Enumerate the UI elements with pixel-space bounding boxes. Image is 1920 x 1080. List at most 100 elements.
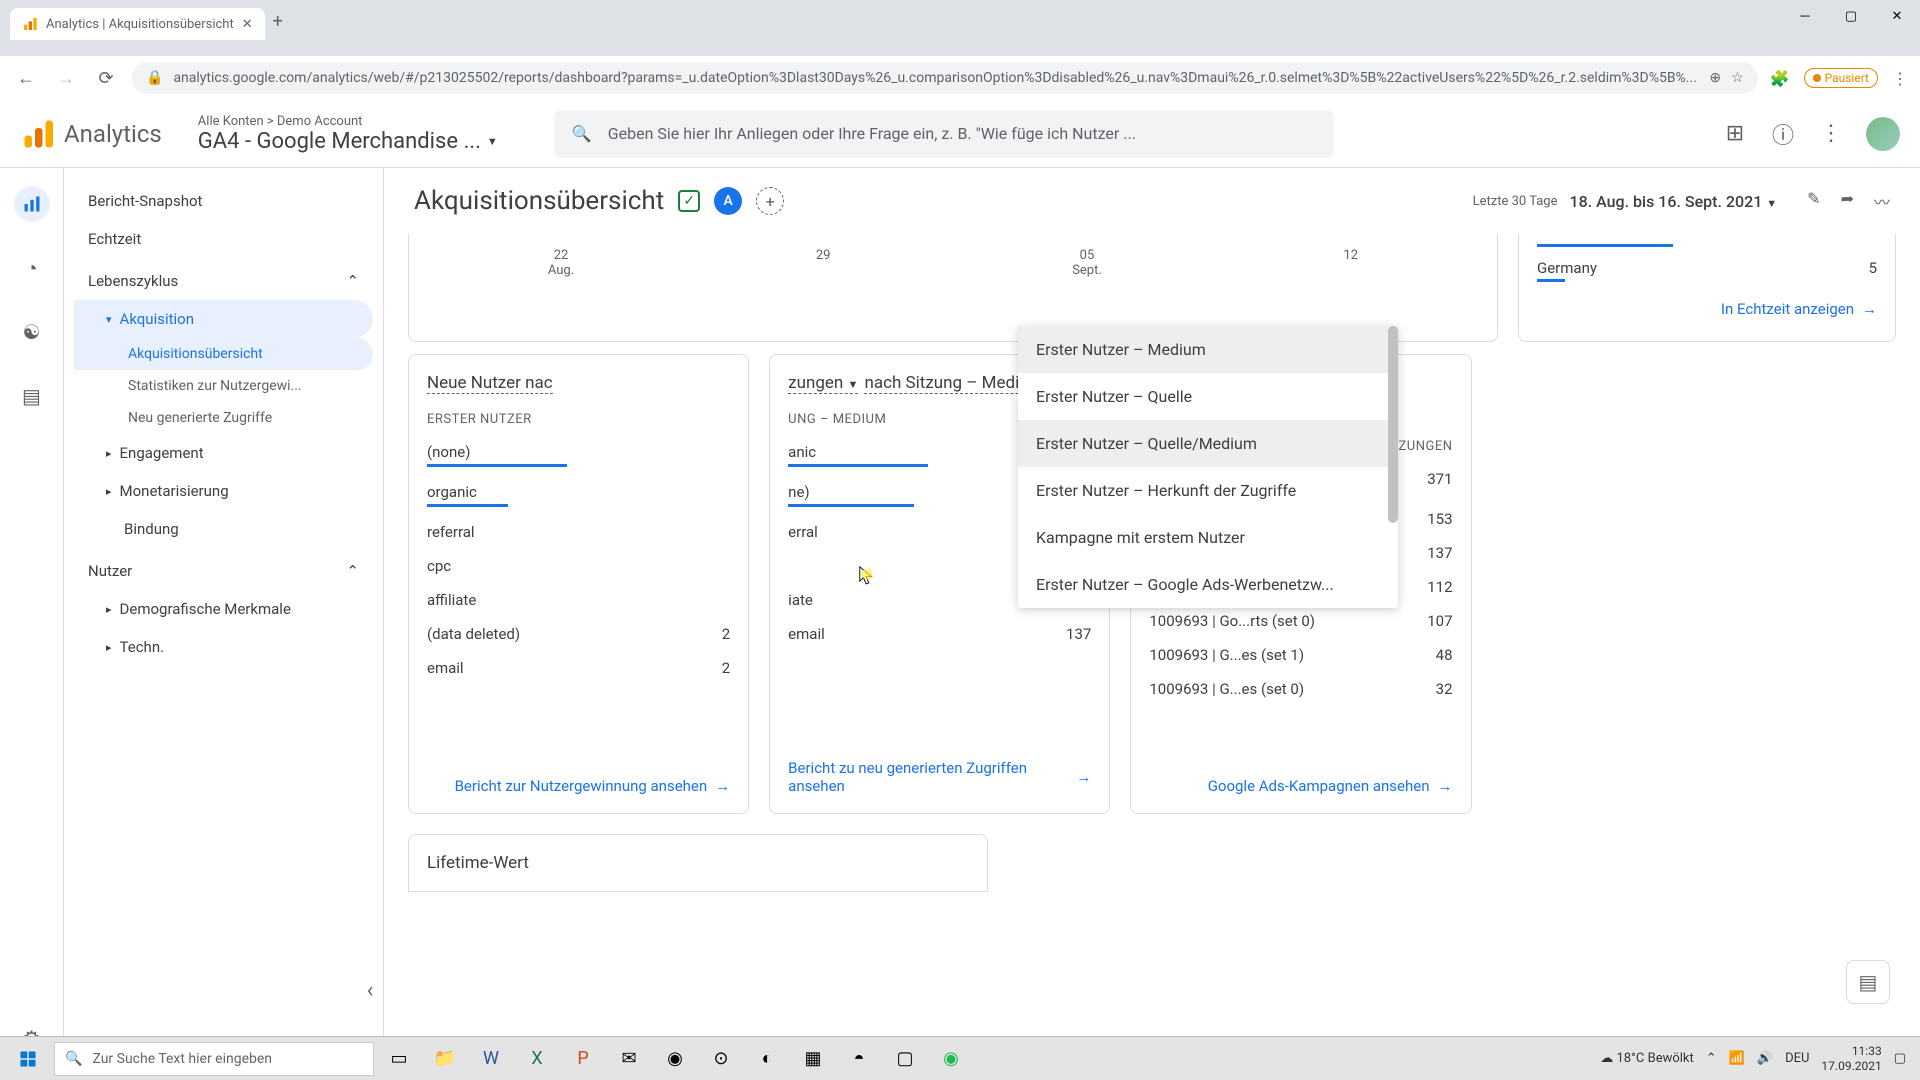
sidebar-item-demographics[interactable]: ▸Demografische Merkmale xyxy=(74,590,373,628)
verified-icon[interactable]: ✓ xyxy=(678,190,700,212)
customize-icon[interactable]: ✎ xyxy=(1807,189,1820,213)
account-selector[interactable]: Alle Konten > Demo Account GA4 - Google … xyxy=(198,114,498,154)
help-icon[interactable]: ⓘ xyxy=(1770,121,1796,147)
table-row[interactable]: organic xyxy=(427,475,730,515)
card-link[interactable]: Bericht zu neu generierten Zugriffen ans… xyxy=(788,759,1091,795)
dropdown-item[interactable]: Erster Nutzer – Quelle xyxy=(1018,373,1398,420)
dimension-dropdown: Erster Nutzer – Medium Erster Nutzer – Q… xyxy=(1018,326,1398,608)
browser-tab[interactable]: Analytics | Akquisitionsübersicht ✕ xyxy=(10,8,265,40)
dropdown-item[interactable]: Erster Nutzer – Medium xyxy=(1018,326,1398,373)
language-indicator[interactable]: DEU xyxy=(1785,1051,1809,1066)
sidebar-item-acquisition[interactable]: ▾Akquisition xyxy=(74,300,373,338)
new-tab-button[interactable]: + xyxy=(265,3,291,40)
table-row[interactable]: (data deleted)2 xyxy=(427,617,730,651)
card-lifetime-value: Lifetime-Wert xyxy=(408,834,988,892)
close-icon[interactable]: ✕ xyxy=(1874,0,1920,32)
date-range-selector[interactable]: 18. Aug. bis 16. Sept. 2021 ▼ xyxy=(1570,192,1778,211)
table-row[interactable]: email2 xyxy=(427,651,730,685)
app-mail-icon[interactable]: ✉ xyxy=(608,1039,650,1079)
sidebar-item-tech[interactable]: ▸Techn. xyxy=(74,628,373,666)
configure-icon[interactable]: ▤ xyxy=(14,378,50,414)
avatar[interactable] xyxy=(1866,117,1900,151)
back-icon[interactable]: ← xyxy=(12,64,40,92)
scrollbar[interactable] xyxy=(1388,326,1398,523)
feedback-button[interactable]: ▤ xyxy=(1846,960,1890,1004)
table-row[interactable]: 1009693 | G...es (set 1)48 xyxy=(1149,638,1452,672)
card-title-prefix[interactable]: Neue Nutzer nac xyxy=(427,373,553,394)
date-label: Letzte 30 Tage xyxy=(1473,194,1558,209)
app-excel-icon[interactable]: X xyxy=(516,1039,558,1079)
app-misc2-icon[interactable]: ▦ xyxy=(792,1039,834,1079)
sidebar-item-engagement[interactable]: ▸Engagement xyxy=(74,434,373,472)
sidebar-section-user[interactable]: Nutzer⌃ xyxy=(74,548,373,590)
menu-icon[interactable]: ⋮ xyxy=(1892,69,1908,88)
table-row[interactable]: referral xyxy=(427,515,730,549)
task-view-icon[interactable]: ▭ xyxy=(378,1039,420,1079)
clock[interactable]: 11:3317.09.2021 xyxy=(1821,1044,1881,1073)
app-powerpoint-icon[interactable]: P xyxy=(562,1039,604,1079)
close-tab-icon[interactable]: ✕ xyxy=(242,17,253,32)
weather-widget[interactable]: ☁ 18°C Bewölkt xyxy=(1600,1051,1694,1066)
table-row[interactable]: email137 xyxy=(788,617,1091,651)
sidebar-section-lifecycle[interactable]: Lebenszyklus⌃ xyxy=(74,258,373,300)
table-row[interactable]: (none) xyxy=(427,435,730,475)
app-logo[interactable]: Analytics xyxy=(20,116,162,152)
pause-dot-icon xyxy=(1813,74,1821,82)
advertising-icon[interactable]: ☯ xyxy=(14,314,50,350)
share-icon[interactable]: ➦ xyxy=(1841,189,1854,213)
sidebar-item-monetization[interactable]: ▸Monetarisierung xyxy=(74,472,373,510)
reload-icon[interactable]: ⟳ xyxy=(92,64,120,92)
card-link[interactable]: Bericht zur Nutzergewinnung ansehen→ xyxy=(427,777,730,795)
app-chrome-icon[interactable]: ◉ xyxy=(654,1039,696,1079)
collapse-sidebar-button[interactable]: ‹ xyxy=(352,972,388,1008)
kebab-icon[interactable]: ⋮ xyxy=(1818,121,1844,147)
taskbar-search[interactable]: 🔍Zur Suche Text hier eingeben xyxy=(54,1042,374,1076)
app-misc1-icon[interactable]: ◐ xyxy=(746,1039,788,1079)
table-row[interactable]: 1009693 | G...es (set 0)32 xyxy=(1149,672,1452,706)
volume-icon[interactable]: 🔊 xyxy=(1757,1051,1773,1066)
insights-icon[interactable]: 〰 xyxy=(1874,189,1890,213)
reports-icon[interactable] xyxy=(14,186,50,222)
card-link[interactable]: Google Ads-Kampagnen ansehen→ xyxy=(1149,777,1452,795)
maximize-icon[interactable]: ▢ xyxy=(1828,0,1874,32)
dropdown-item[interactable]: Erster Nutzer – Herkunft der Zugriffe xyxy=(1018,467,1398,514)
extension-pill[interactable]: Pausiert xyxy=(1804,68,1878,88)
explore-icon[interactable]: ◔ xyxy=(14,250,50,286)
table-row[interactable]: 1009693 | Go...rts (set 0)107 xyxy=(1149,604,1452,638)
dropdown-item[interactable]: Erster Nutzer – Google Ads-Werbenetzw... xyxy=(1018,561,1398,608)
app-word-icon[interactable]: W xyxy=(470,1039,512,1079)
realtime-link[interactable]: In Echtzeit anzeigen→ xyxy=(1537,288,1877,330)
add-comparison-button[interactable]: + xyxy=(756,187,784,215)
url-field[interactable]: 🔒 analytics.google.com/analytics/web/#/p… xyxy=(132,62,1758,94)
extensions-icon[interactable]: 🧩 xyxy=(1770,69,1790,88)
sidebar: Bericht-Snapshot Echtzeit Lebenszyklus⌃ … xyxy=(64,168,384,1080)
forward-icon[interactable]: → xyxy=(52,64,80,92)
app-explorer-icon[interactable]: 📁 xyxy=(424,1039,466,1079)
notifications-icon[interactable]: ▢ xyxy=(1894,1051,1906,1066)
breadcrumb: Alle Konten > Demo Account xyxy=(198,114,498,129)
dropdown-item[interactable]: Kampagne mit erstem Nutzer xyxy=(1018,514,1398,561)
dropdown-item[interactable]: Erster Nutzer – Quelle/Medium xyxy=(1018,420,1398,467)
translate-icon[interactable]: ⊕ xyxy=(1709,70,1721,86)
app-notepad-icon[interactable]: ▢ xyxy=(884,1039,926,1079)
wifi-icon[interactable]: 📶 xyxy=(1729,1051,1745,1066)
search-input[interactable]: 🔍 Geben Sie hier Ihr Anliegen oder Ihre … xyxy=(554,110,1334,158)
table-row[interactable]: affiliate xyxy=(427,583,730,617)
apps-icon[interactable]: ⊞ xyxy=(1722,121,1748,147)
app-spotify-icon[interactable]: ◉ xyxy=(930,1039,972,1079)
compare-badge[interactable]: A xyxy=(714,187,742,215)
table-row[interactable]: cpc xyxy=(427,549,730,583)
tray-chevron-icon[interactable]: ⌃ xyxy=(1706,1051,1717,1066)
start-button[interactable] xyxy=(6,1039,50,1079)
sidebar-item-user-acq[interactable]: Statistiken zur Nutzergewi... xyxy=(74,370,373,402)
app-obs-icon[interactable]: ⊙ xyxy=(700,1039,742,1079)
minimize-icon[interactable]: ─ xyxy=(1782,0,1828,32)
sidebar-item-traffic-acq[interactable]: Neu generierte Zugriffe xyxy=(74,402,373,434)
sidebar-item-retention[interactable]: Bindung xyxy=(74,510,373,548)
sidebar-item-snapshot[interactable]: Bericht-Snapshot xyxy=(74,182,373,220)
dim-a[interactable]: zungen ▼ xyxy=(788,373,858,394)
sidebar-item-acq-overview[interactable]: Akquisitionsübersicht xyxy=(74,338,373,370)
star-icon[interactable]: ☆ xyxy=(1731,70,1744,86)
app-edge-icon[interactable]: ◓ xyxy=(838,1039,880,1079)
sidebar-item-realtime[interactable]: Echtzeit xyxy=(74,220,373,258)
